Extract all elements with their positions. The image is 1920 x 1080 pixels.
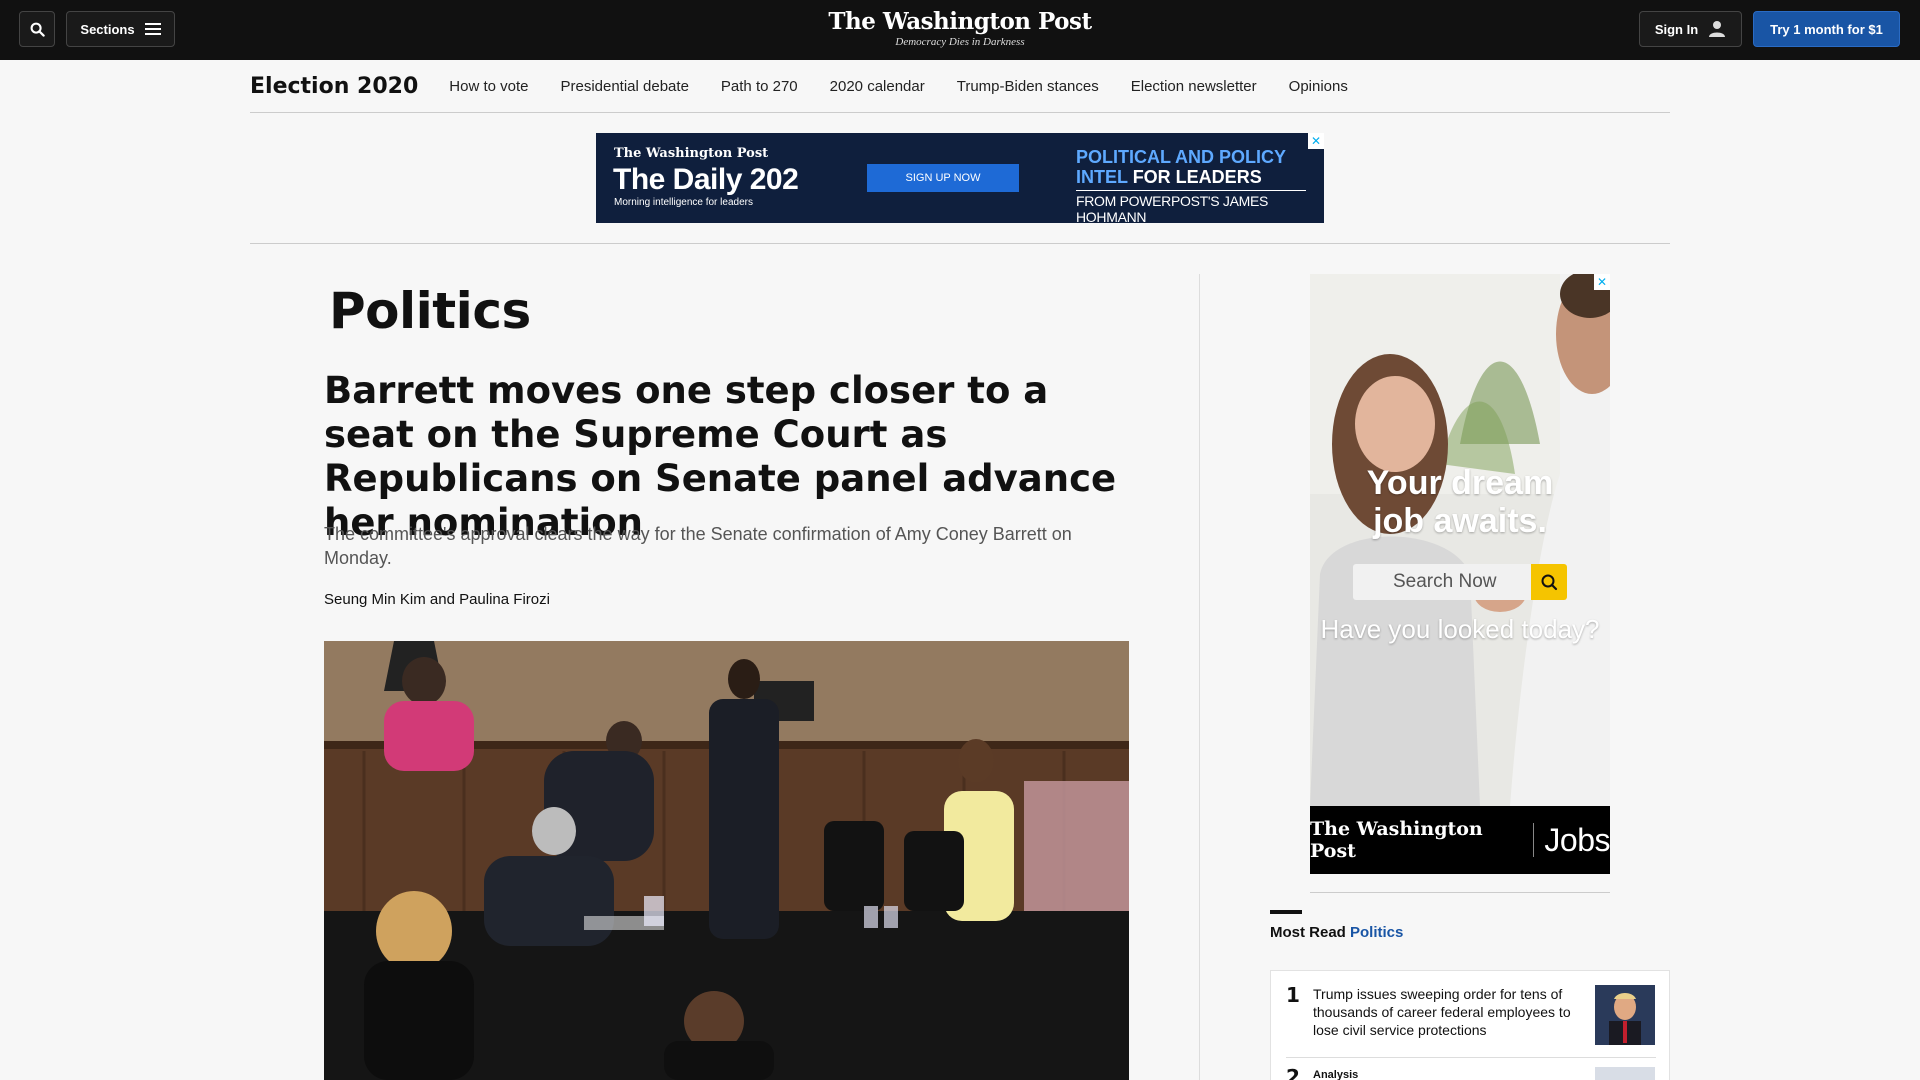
ad-line-2b: FOR LEADERS <box>1132 167 1262 187</box>
jobs-ad-headline-2: job awaits. <box>1373 502 1547 540</box>
top-bar: Sections The Washington Post Democracy D… <box>0 0 1920 60</box>
most-read-thumbnail[interactable] <box>1595 1067 1655 1080</box>
subnav-item-2020-calendar[interactable]: 2020 calendar <box>830 78 925 95</box>
jobs-ad-tagline: Have you looked today? <box>1320 614 1600 644</box>
subnav-item-how-to-vote[interactable]: How to vote <box>449 78 528 95</box>
section-kicker[interactable]: Politics <box>329 282 531 340</box>
subnav-item-presidential-debate[interactable]: Presidential debate <box>560 78 688 95</box>
hearing-room-photo <box>324 641 1129 1080</box>
daily-202-banner-ad[interactable]: The Washington Post The Daily 202 Mornin… <box>596 133 1324 223</box>
most-read-headline[interactable]: Trump issues sweeping order for tens of … <box>1313 985 1588 1039</box>
masthead[interactable]: The Washington Post Democracy Dies in Da… <box>760 8 1160 48</box>
article-headline: Barrett moves one step closer to a seat … <box>324 369 1117 544</box>
divider <box>1310 892 1610 893</box>
article-byline[interactable]: Seung Min Kim and Paulina Firozi <box>324 591 550 608</box>
subnav-item-trump-biden-stances[interactable]: Trump-Biden stances <box>957 78 1099 95</box>
search-icon <box>30 22 45 37</box>
ad-subtitle: Morning intelligence for leaders <box>614 197 753 208</box>
ad-signup-button[interactable]: SIGN UP NOW <box>867 164 1019 192</box>
most-read-accent-bar <box>1270 910 1302 914</box>
subnav-item-opinions[interactable]: Opinions <box>1289 78 1348 95</box>
subnav-item-path-to-270[interactable]: Path to 270 <box>721 78 798 95</box>
article-lead-photo[interactable] <box>324 641 1129 1080</box>
ad-line-2a: INTEL <box>1076 167 1128 187</box>
subnav-title[interactable]: Election 2020 <box>250 74 418 99</box>
ad-logo: The Washington Post <box>614 146 769 161</box>
most-read-item[interactable]: 1 Trump issues sweeping order for tens o… <box>1286 983 1656 1059</box>
ad-line-2: INTEL FOR LEADERS <box>1076 167 1306 191</box>
sign-in-label: Sign In <box>1654 21 1699 37</box>
jobs-search-input[interactable]: Search Now <box>1353 564 1531 600</box>
most-read-label: Analysis <box>1313 1069 1359 1080</box>
sections-button[interactable]: Sections <box>66 11 175 47</box>
jobs-ad-headline: Your dream job awaits. <box>1310 464 1610 540</box>
ad-line-1: POLITICAL AND POLICY <box>1076 147 1287 167</box>
subnav-item-election-newsletter[interactable]: Election newsletter <box>1131 78 1257 95</box>
most-read-rank: 2 <box>1286 1065 1300 1080</box>
column-divider <box>1199 274 1200 1080</box>
ad-title: The Daily 202 <box>613 163 799 196</box>
site-tagline: Democracy Dies in Darkness <box>895 36 1025 48</box>
most-read-item[interactable]: 2 Analysis <box>1286 1065 1656 1080</box>
jobs-side-ad[interactable]: Your dream job awaits. Search Now Have y… <box>1310 274 1610 874</box>
most-read-thumbnail[interactable] <box>1595 985 1655 1045</box>
sign-in-button[interactable]: Sign In <box>1639 11 1742 47</box>
most-read-list: 1 Trump issues sweeping order for tens o… <box>1270 970 1670 1080</box>
divider <box>250 243 1670 244</box>
close-icon[interactable]: ✕ <box>1594 274 1610 290</box>
jobs-search-button[interactable] <box>1531 564 1567 600</box>
ad-line-3: FROM POWERPOST'S JAMES HOHMANN <box>1076 193 1269 223</box>
user-icon <box>1709 21 1726 37</box>
jobs-ad-headline-1: Your dream <box>1366 464 1554 502</box>
jobs-brand-product: Jobs <box>1544 821 1610 858</box>
search-button[interactable] <box>19 11 55 47</box>
subscribe-button[interactable]: Try 1 month for $1 <box>1753 11 1900 47</box>
jobs-brand-separator <box>1533 823 1535 857</box>
article-dek: The committee's approval clears the way … <box>324 524 1072 568</box>
most-read-prefix: Most Read <box>1270 924 1346 941</box>
magnifier-icon <box>1541 574 1558 591</box>
hamburger-icon <box>144 23 161 35</box>
close-icon[interactable]: ✕ <box>1308 133 1324 149</box>
jobs-brand-bar: The Washington Post Jobs <box>1310 806 1610 874</box>
site-logo[interactable]: The Washington Post <box>760 8 1160 35</box>
divider <box>1286 1057 1656 1058</box>
most-read-section[interactable]: Politics <box>1350 924 1403 941</box>
jobs-brand-logo: The Washington Post <box>1310 818 1483 862</box>
most-read-title: Most Read Politics <box>1270 924 1403 941</box>
most-read-rank: 1 <box>1286 983 1300 1007</box>
election-subnav: Election 2020 How to vote Presidential d… <box>250 60 1670 113</box>
thumbnail-photo <box>1595 985 1655 1045</box>
sections-label: Sections <box>80 21 135 37</box>
